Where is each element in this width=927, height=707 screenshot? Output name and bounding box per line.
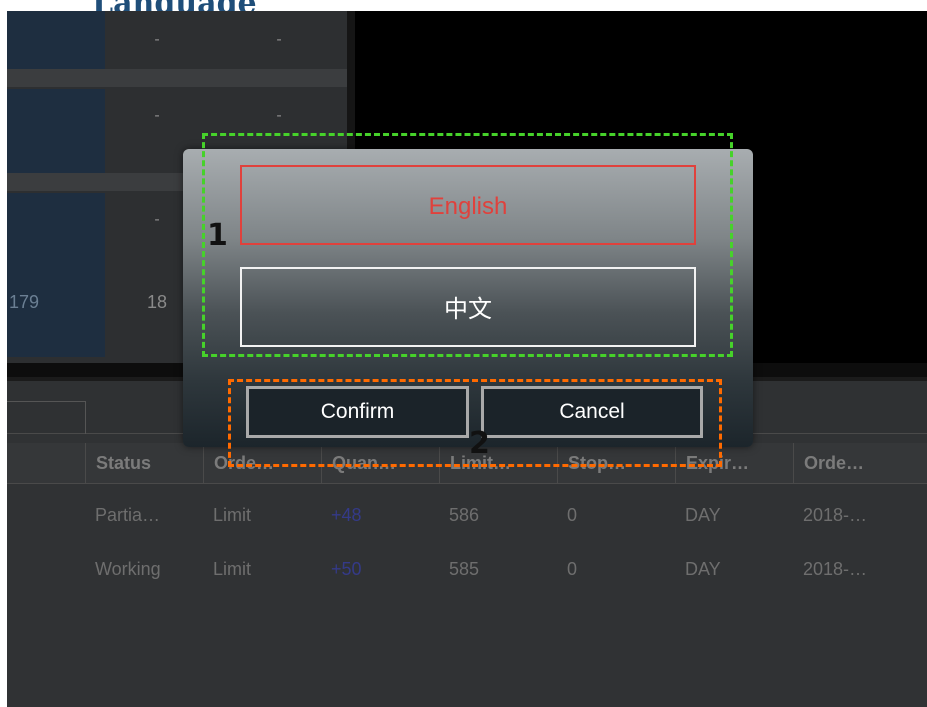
grid-row-name	[7, 89, 105, 173]
table-row[interactable]: Partia… Limit +48 586 0 DAY 2018-…	[7, 491, 927, 539]
annotation-box-language-options	[202, 133, 733, 357]
expiry-cell: DAY	[685, 559, 721, 579]
limit-cell: 585	[449, 559, 480, 579]
grid-cell: -	[154, 31, 160, 48]
status-cell: Working	[95, 559, 161, 579]
annotation-number-1: 1	[207, 218, 228, 253]
order-date-cell: 2018-…	[803, 505, 868, 525]
stop-cell: 0	[567, 559, 578, 579]
expiry-cell: DAY	[685, 505, 721, 525]
column-header[interactable]: Orde…	[793, 443, 927, 483]
order-type-cell: Limit	[213, 505, 252, 525]
grid-row-name	[7, 193, 105, 277]
quantity-cell: +50	[331, 559, 362, 579]
limit-cell: 586	[449, 505, 480, 525]
status-cell: Partia…	[95, 505, 161, 525]
grid-cell: -	[154, 107, 160, 124]
grid-cell: -	[276, 31, 282, 48]
stop-cell: 0	[567, 505, 578, 525]
grid-row-name	[7, 11, 105, 69]
table-row[interactable]: Working Limit +50 585 0 DAY 2018-…	[7, 545, 927, 593]
order-date-cell: 2018-…	[803, 559, 868, 579]
annotation-number-2: 2	[469, 426, 490, 461]
orders-tab[interactable]	[7, 401, 86, 434]
order-type-cell: Limit	[213, 559, 252, 579]
column-header[interactable]: Status	[85, 443, 203, 483]
grid-row-name: 179	[7, 277, 105, 357]
grid-row: - -	[7, 11, 347, 69]
grid-separator	[7, 69, 347, 87]
quantity-cell: +48	[331, 505, 362, 525]
